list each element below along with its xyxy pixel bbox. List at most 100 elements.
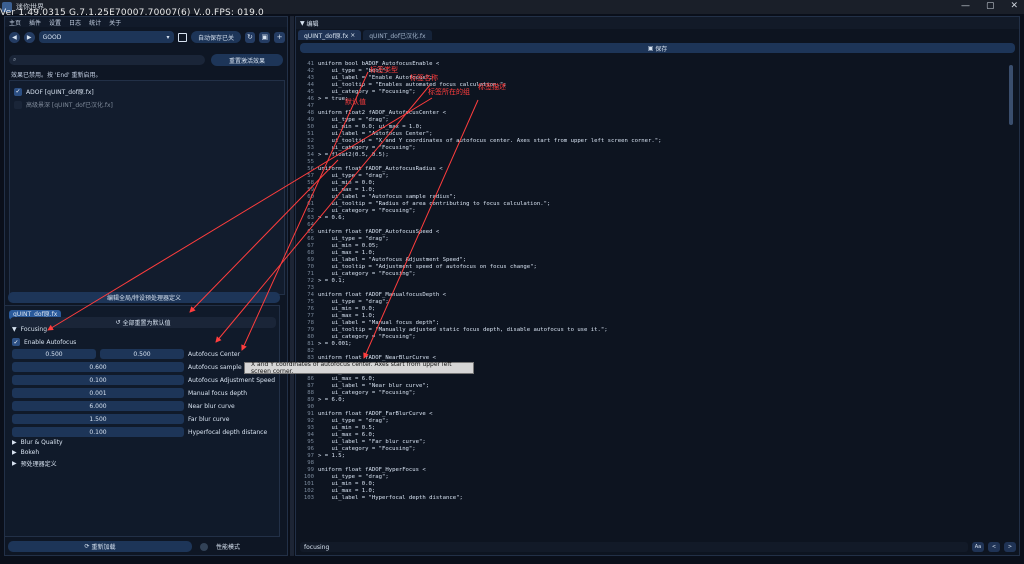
list-item[interactable]: ✓ ADOF [qUINT_dof原.fx] <box>14 85 280 98</box>
code-line: 45 ui_category = "Focusing"; <box>300 89 990 96</box>
code-line: 88 ui_category = "Focusing"; <box>300 390 990 397</box>
next-preset-button[interactable]: ▶ <box>23 31 35 43</box>
drag-field[interactable]: 0.100 <box>12 427 184 437</box>
section-label: Blur & Quality <box>20 439 63 446</box>
line-number: 80 <box>307 334 314 340</box>
effect-search-input[interactable]: ⌕ <box>9 55 205 65</box>
close-icon[interactable]: ✕ <box>1010 1 1018 11</box>
drag-field[interactable]: 0.600 <box>12 362 184 372</box>
line-number: 52 <box>307 138 314 144</box>
code-line: 92 ui_type = "drag"; <box>300 418 990 425</box>
code-text: ui_label = "Autofocus Adjustment Speed"; <box>318 257 467 263</box>
folder-icon[interactable] <box>177 32 188 42</box>
preset-toolbar: ◀ ▶ GOOD ▾ 自动保存已关 ↻ ▣ + <box>9 30 285 44</box>
code-text: ui_category = "Focusing"; <box>318 208 416 214</box>
line-number: 51 <box>307 131 314 137</box>
prev-preset-button[interactable]: ◀ <box>9 31 20 43</box>
preset-select[interactable]: GOOD ▾ <box>38 31 174 43</box>
menu-item-about[interactable]: 关于 <box>109 18 121 27</box>
find-input[interactable]: focusing <box>300 542 968 552</box>
param-row-manual-focus: 0.001 Manual focus depth <box>12 388 276 398</box>
menubar: 主页 插件 设置 日志 统计 关于 <box>5 17 287 27</box>
line-number: 90 <box>307 404 314 410</box>
code-text: ui_category = "Focusing"; <box>318 89 416 95</box>
code-line: 96 ui_category = "Focusing"; <box>300 446 990 453</box>
section-preprocessor[interactable]: ▶ 预处理器定义 <box>12 459 57 468</box>
section-focusing[interactable]: ▼ Focusing <box>12 326 47 333</box>
minimize-icon[interactable]: — <box>961 1 970 11</box>
line-number: 87 <box>307 383 314 389</box>
reset-all-defaults-button[interactable]: ↺ 全部重置为默认值 <box>10 317 276 328</box>
code-text: uniform float fADOF_AutofocusSpeed < <box>318 229 440 235</box>
code-line: 64 <box>300 222 990 229</box>
line-number: 50 <box>307 124 314 130</box>
drag-field[interactable]: 0.001 <box>12 388 184 398</box>
code-text: ui_min = 0.0; ui_max = 1.0; <box>318 124 423 130</box>
add-preset-icon[interactable]: + <box>274 31 285 43</box>
close-icon[interactable]: × <box>350 32 355 39</box>
line-number: 68 <box>307 250 314 256</box>
line-number: 82 <box>307 348 314 354</box>
section-bokeh[interactable]: ▶ Bokeh <box>12 449 39 456</box>
line-number: 94 <box>307 432 314 438</box>
checkbox-checked[interactable]: ✓ <box>12 338 20 346</box>
drag-field-y[interactable]: 0.500 <box>100 349 184 359</box>
effect-label: ADOF [qUINT_dof原.fx] <box>26 89 94 96</box>
tab-dof-chinese[interactable]: qUINT_dof已汉化.fx <box>363 30 432 40</box>
code-line: 69 ui_label = "Autofocus Adjustment Spee… <box>300 257 990 264</box>
line-number: 69 <box>307 257 314 263</box>
window-controls: — ▢ ✕ <box>961 1 1018 11</box>
match-case-button[interactable]: Aa <box>972 542 984 552</box>
section-blur-quality[interactable]: ▶ Blur & Quality <box>12 439 63 446</box>
edit-preprocessor-definitions-button[interactable]: 编辑全局/特设预处理器定义 <box>8 292 280 303</box>
code-text: uniform float fADOF_HyperFocus < <box>318 467 426 473</box>
menu-item-addons[interactable]: 插件 <box>29 18 41 27</box>
code-area[interactable]: 41 uniform bool bADOF_AutofocusEnable <42… <box>300 61 990 541</box>
menu-item-settings[interactable]: 设置 <box>49 18 61 27</box>
code-text: ui_label = "Hyperfocal depth distance"; <box>318 495 463 501</box>
reset-active-effects-button[interactable]: 重置激活效果 <box>211 54 283 66</box>
line-number: 46 <box>307 96 314 102</box>
menu-item-log[interactable]: 日志 <box>69 18 81 27</box>
code-text: > = 0.1; <box>318 278 345 284</box>
tab-dof-original[interactable]: qUINT_dof原.fx × <box>298 30 362 40</box>
search-icon: ⌕ <box>13 56 17 63</box>
drag-field-x[interactable]: 0.500 <box>12 349 96 359</box>
code-line: 60 ui_label = "Autofocus sample radius"; <box>300 194 990 201</box>
section-label: Focusing <box>20 326 48 333</box>
line-number: 88 <box>307 390 314 396</box>
code-line: 59 ui_max = 1.0; <box>300 187 990 194</box>
find-next-button[interactable]: > <box>1004 542 1016 552</box>
reload-preset-icon[interactable]: ↻ <box>244 31 256 43</box>
code-text: ui_min = 0.0; <box>318 180 376 186</box>
code-line: 52 ui_tooltip = "X and Y coordinates of … <box>300 138 990 145</box>
save-label: 保存 <box>655 45 668 53</box>
drag-field[interactable]: 1.500 <box>12 414 184 424</box>
reset-all-label: 全部重置为默认值 <box>122 320 171 327</box>
checkbox-checked[interactable]: ✓ <box>14 87 22 96</box>
drag-field[interactable]: 6.000 <box>12 401 184 411</box>
reload-button[interactable]: ⟳ 重新加载 <box>8 541 192 552</box>
enable-autofocus-checkbox[interactable]: ✓ Enable Autofocus <box>12 338 76 346</box>
line-number: 101 <box>303 481 314 487</box>
panel-splitter[interactable] <box>290 16 294 556</box>
checkbox-unchecked[interactable] <box>14 100 22 109</box>
code-line: 101 ui_min = 0.0; <box>300 481 990 488</box>
code-line: 80 ui_category = "Focusing"; <box>300 334 990 341</box>
scrollbar-thumb[interactable] <box>1009 65 1013 125</box>
editor-title-label: 编辑 <box>306 20 319 28</box>
param-label: Hyperfocal depth distance <box>188 428 268 436</box>
param-row-autofocus-center: 0.500 0.500 Autofocus Center <box>12 349 276 359</box>
autosave-toggle[interactable]: 自动保存已关 <box>191 31 241 43</box>
preset-value: GOOD <box>42 33 62 41</box>
drag-field[interactable]: 0.100 <box>12 375 184 385</box>
menu-item-stats[interactable]: 统计 <box>89 18 101 27</box>
list-item[interactable]: 高级景深 [qUINT_dof已汉化.fx] <box>14 98 280 111</box>
menu-item-home[interactable]: 主页 <box>9 18 21 27</box>
maximize-icon[interactable]: ▢ <box>986 1 995 11</box>
save-preset-icon[interactable]: ▣ <box>259 31 271 43</box>
save-button[interactable]: ▣ 保存 <box>300 43 1015 53</box>
performance-mode-toggle[interactable] <box>200 542 208 551</box>
find-prev-button[interactable]: < <box>988 542 1000 552</box>
line-number: 99 <box>307 467 314 473</box>
